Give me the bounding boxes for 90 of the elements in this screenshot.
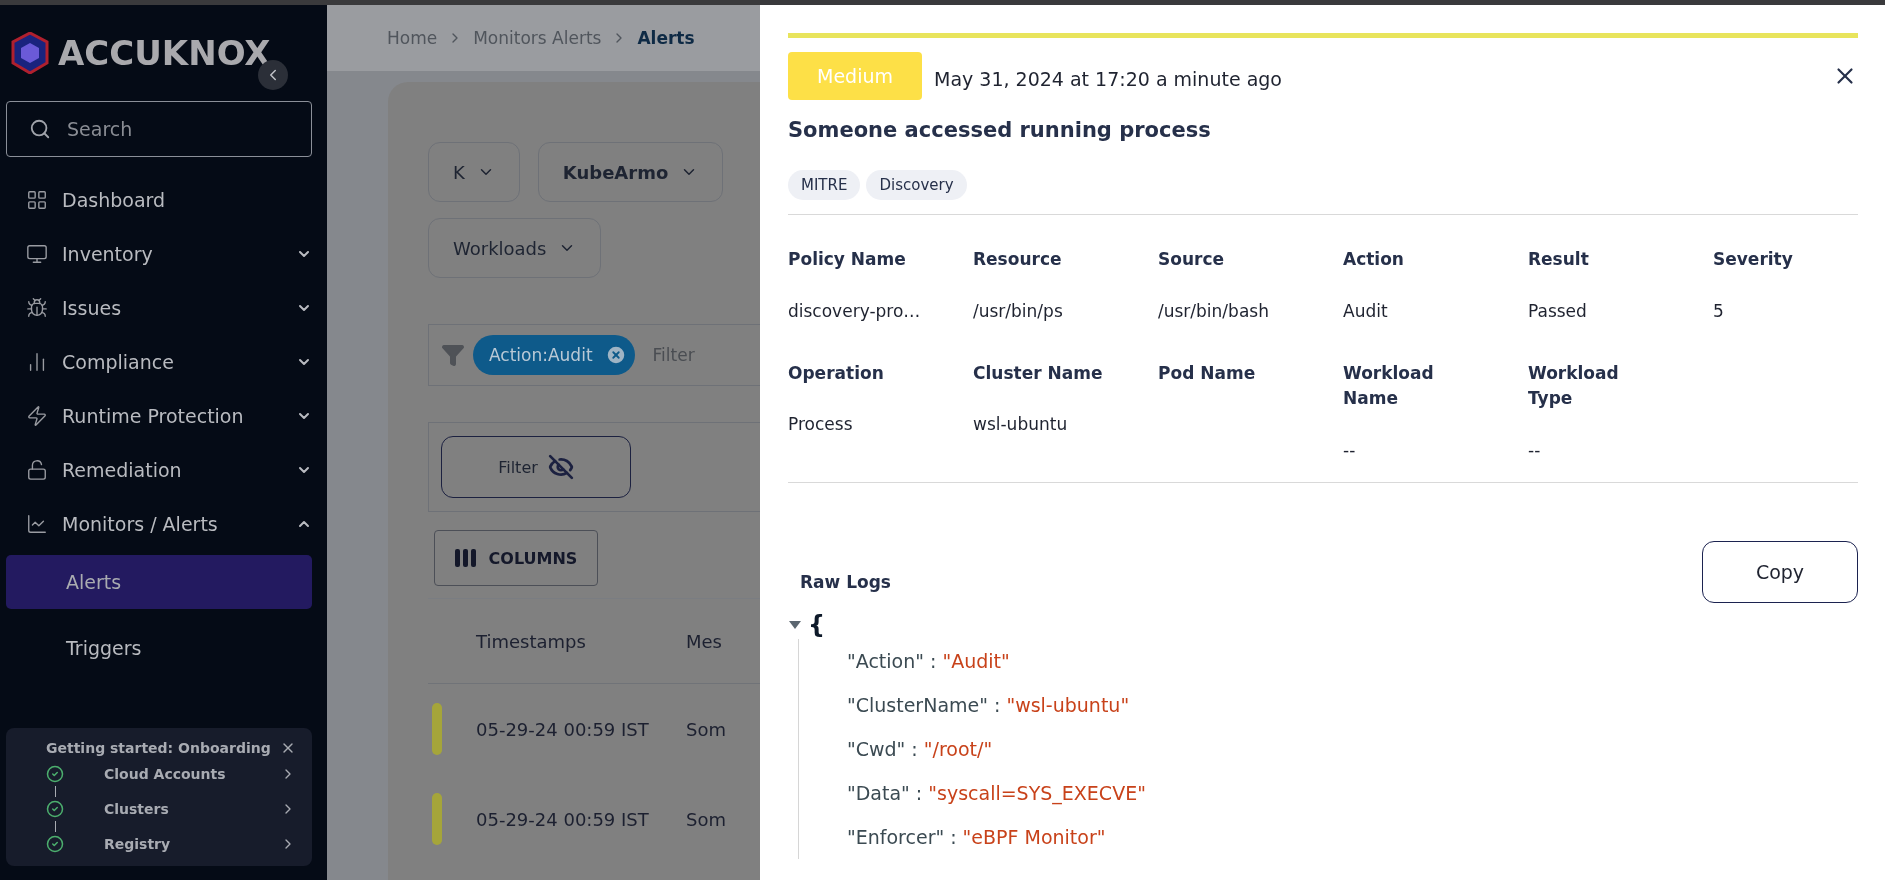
severity-badge: Medium xyxy=(788,52,922,100)
onboarding-step[interactable]: Cloud Accounts xyxy=(46,762,296,786)
raw-logs-title: Raw Logs xyxy=(800,571,891,592)
severity-bar xyxy=(432,703,442,755)
severity-bar xyxy=(432,793,442,845)
sidebar-subitem[interactable]: Alerts xyxy=(6,555,312,609)
logo-icon xyxy=(10,32,50,74)
field-label: Result xyxy=(1528,248,1590,271)
filter-button[interactable]: Filter xyxy=(441,436,631,498)
field-label: Action xyxy=(1343,248,1405,271)
nav-icon xyxy=(26,243,48,265)
field-value: Passed xyxy=(1528,300,1588,321)
column-header: Timestamps xyxy=(475,630,587,652)
json-separator: : xyxy=(911,737,918,760)
json-separator: : xyxy=(994,693,1001,716)
json-separator: : xyxy=(915,781,923,804)
onboarding-step[interactable]: Clusters xyxy=(46,797,296,821)
sidebar-subitem[interactable]: Triggers xyxy=(6,621,312,675)
alert-time: May 31, 2024 at 17:20 a minute ago xyxy=(934,68,1283,90)
connector-line xyxy=(55,786,56,797)
field-value: wsl-ubuntu xyxy=(973,414,1069,434)
filter-chip[interactable]: Action:Audit xyxy=(473,335,635,375)
json-key: "Cwd" xyxy=(847,737,906,760)
field-label: Workload Name xyxy=(1343,361,1435,410)
field-value: Audit xyxy=(1343,300,1389,321)
json-value: "Audit" xyxy=(942,649,1010,672)
json-brace: { xyxy=(808,610,826,639)
onboarding-title: Getting started: Onboarding xyxy=(46,740,271,756)
table-cell-text: 05-29-24 00:59 IST xyxy=(476,718,650,740)
tag: Discovery xyxy=(866,170,967,200)
logo-text: ACCUKNOX xyxy=(58,33,271,73)
sidebar-item[interactable]: Remediation xyxy=(6,443,312,497)
json-key: "Data" xyxy=(847,781,910,804)
search-icon xyxy=(29,118,51,140)
eye-off-icon xyxy=(547,454,574,480)
table-cell-text: Som xyxy=(686,808,727,830)
field-value: 5 xyxy=(1713,300,1725,321)
search-box[interactable]: Search xyxy=(6,101,312,157)
dropdown[interactable]: K xyxy=(428,142,520,202)
table-cell-text: 05-29-24 00:59 IST xyxy=(476,808,650,830)
nav-icon xyxy=(26,297,48,319)
nav-icon xyxy=(26,405,48,427)
field-value: -- xyxy=(1528,439,1542,460)
field-value: discovery-pro… xyxy=(788,300,922,321)
field-label: Operation xyxy=(788,361,885,385)
column-header: Mes xyxy=(686,630,723,652)
columns-button[interactable]: COLUMNS xyxy=(434,530,598,586)
json-key: "Enforcer" xyxy=(847,825,945,848)
field-label: Severity xyxy=(1713,248,1794,271)
json-key: "ClusterName" xyxy=(847,693,988,716)
field-value: /usr/bin/ps xyxy=(973,300,1064,321)
sidebar-item[interactable]: Monitors / Alerts xyxy=(6,497,312,551)
field-label: Pod Name xyxy=(1158,361,1257,385)
columns-icon xyxy=(454,549,477,567)
copy-button[interactable]: Copy xyxy=(1702,540,1858,603)
onboarding-step[interactable]: Registry xyxy=(46,832,296,856)
json-separator: : xyxy=(930,649,937,672)
nav-icon xyxy=(26,513,48,535)
sidebar-item[interactable]: Compliance xyxy=(6,335,312,389)
field-label: Cluster Name xyxy=(973,361,1104,385)
field-label: Policy Name xyxy=(788,248,907,271)
nav-icon xyxy=(26,189,48,211)
json-value: "eBPF Monitor" xyxy=(962,825,1106,848)
json-key: "Action" xyxy=(847,649,924,672)
field-value: -- xyxy=(1343,439,1357,460)
connector-line xyxy=(55,821,56,832)
breadcrumb-item: Alerts xyxy=(637,28,695,48)
sidebar-item[interactable]: Inventory xyxy=(6,227,312,281)
field-value: /usr/bin/bash xyxy=(1158,300,1270,321)
dropdown[interactable]: Workloads xyxy=(428,218,602,278)
json-value: "wsl-ubuntu" xyxy=(1006,693,1130,716)
nav-icon xyxy=(26,459,48,481)
sidebar-item[interactable]: Issues xyxy=(6,281,312,335)
funnel-icon xyxy=(441,343,465,367)
dropdown[interactable]: KubeArmo xyxy=(537,142,724,202)
remove-icon[interactable] xyxy=(604,344,627,366)
caret-down-icon[interactable] xyxy=(788,619,802,630)
search-input[interactable]: Search xyxy=(65,117,269,141)
field-label: Source xyxy=(1158,248,1226,271)
json-value: "/root/" xyxy=(923,737,993,760)
sidebar-item[interactable]: Runtime Protection xyxy=(6,389,312,443)
field-label: Workload Type xyxy=(1528,361,1620,410)
tag: MITRE xyxy=(788,170,861,200)
alert-title: Someone accessed running process xyxy=(788,118,1212,142)
field-value: Process xyxy=(788,414,854,434)
table-cell-text: Som xyxy=(686,718,727,740)
sidebar-item[interactable]: Dashboard xyxy=(6,173,312,227)
json-separator: : xyxy=(950,825,957,848)
json-value: "syscall=SYS_EXECVE" xyxy=(928,781,1146,804)
field-label: Resource xyxy=(973,248,1063,271)
